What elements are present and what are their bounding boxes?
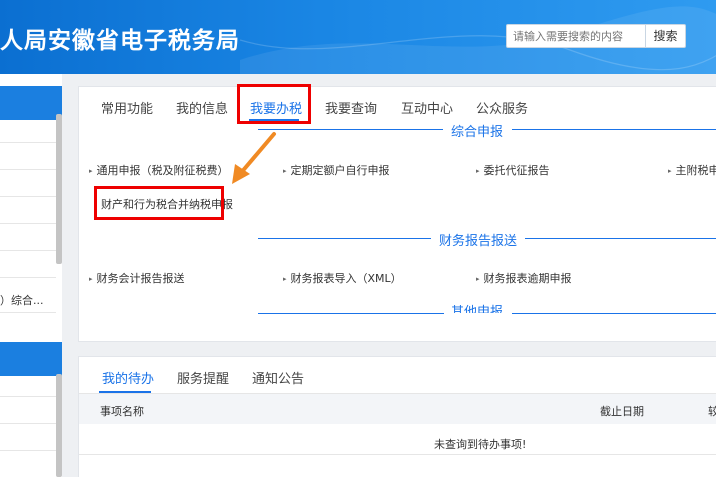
bullet-icon: ▸ xyxy=(283,167,287,175)
sidebar-divider xyxy=(0,396,56,397)
link-financial-accounting-report[interactable]: ▸ 财务会计报告报送 xyxy=(89,270,185,286)
link-label: 通用申报（税及附征税费） xyxy=(96,164,229,177)
link-financial-statement-overdue[interactable]: ▸ 财务报表逾期申报 xyxy=(476,270,572,286)
sidebar-divider xyxy=(0,277,56,278)
sidebar-divider xyxy=(0,169,56,170)
section-divider-line xyxy=(512,129,716,130)
tab-query[interactable]: 我要查询 xyxy=(325,98,377,117)
sidebar-divider xyxy=(0,142,56,143)
column-header-extra: 较 xyxy=(708,405,716,418)
sidebar-divider xyxy=(0,223,56,224)
sidebar-divider xyxy=(0,250,56,251)
tab-my-info[interactable]: 我的信息 xyxy=(176,98,228,117)
sidebar-header xyxy=(0,86,62,120)
tab-public-service[interactable]: 公众服务 xyxy=(476,98,528,117)
sidebar-scrollbar[interactable] xyxy=(56,114,62,264)
bullet-icon: ▸ xyxy=(89,167,93,175)
highlight-box-property-tax xyxy=(94,186,224,220)
highlight-box-tab xyxy=(237,84,311,124)
section-divider-line xyxy=(258,238,432,239)
section-divider-line xyxy=(512,313,716,314)
section-title-other-declaration: 其他申报 xyxy=(443,304,512,313)
column-header-item-name: 事项名称 xyxy=(100,405,144,418)
section-divider-line xyxy=(258,313,444,314)
section-title-comprehensive: 综合申报 xyxy=(443,121,512,140)
tab-my-todo[interactable]: 我的待办 xyxy=(102,368,154,387)
section-divider-line xyxy=(258,129,444,130)
link-financial-statement-import[interactable]: ▸ 财务报表导入（XML） xyxy=(283,270,402,286)
section-title-financial-report: 财务报告报送 xyxy=(431,230,526,249)
tab-notice[interactable]: 通知公告 xyxy=(252,368,304,387)
bullet-icon: ▸ xyxy=(668,167,672,175)
link-label: 定期定额户自行申报 xyxy=(290,164,390,177)
left-sidebar: ）综合... xyxy=(0,74,62,477)
link-label: 财务报表导入（XML） xyxy=(290,272,402,285)
tab-interaction-center[interactable]: 互动中心 xyxy=(401,98,453,117)
section-divider-line xyxy=(525,238,716,239)
sidebar-item-label[interactable]: ）综合... xyxy=(0,292,56,308)
site-title: 人局安徽省电子税务局 xyxy=(0,28,240,54)
sidebar-divider xyxy=(0,196,56,197)
todo-table-divider xyxy=(79,454,716,455)
sidebar-divider xyxy=(0,423,56,424)
search-input[interactable] xyxy=(506,24,646,48)
link-fixed-quota-declaration[interactable]: ▸ 定期定额户自行申报 xyxy=(283,162,390,178)
tab-common-functions[interactable]: 常用功能 xyxy=(101,98,153,117)
sidebar-header xyxy=(0,342,62,376)
link-label: 委托代征报告 xyxy=(483,164,550,177)
search-button[interactable]: 搜索 xyxy=(646,24,686,48)
sidebar-scrollbar[interactable] xyxy=(56,374,62,477)
bullet-icon: ▸ xyxy=(476,167,480,175)
link-general-declaration[interactable]: ▸ 通用申报（税及附征税费） xyxy=(89,162,229,178)
sidebar-divider xyxy=(0,450,56,451)
column-header-deadline: 截止日期 xyxy=(600,405,644,418)
bullet-icon: ▸ xyxy=(283,275,287,283)
link-label: 财务会计报告报送 xyxy=(96,272,185,285)
bullet-icon: ▸ xyxy=(89,275,93,283)
link-entrusted-collection-report[interactable]: ▸ 委托代征报告 xyxy=(476,162,550,178)
link-label: 主附税申 xyxy=(675,164,716,177)
bullet-icon: ▸ xyxy=(476,275,480,283)
link-label: 财务报表逾期申报 xyxy=(483,272,572,285)
tab-service-reminder[interactable]: 服务提醒 xyxy=(177,368,229,387)
orange-arrow-icon xyxy=(232,132,276,184)
empty-todo-message: 未查询到待办事项! xyxy=(434,438,527,451)
sidebar-divider xyxy=(0,312,56,313)
link-main-surtax-declaration[interactable]: ▸ 主附税申 xyxy=(668,162,716,178)
